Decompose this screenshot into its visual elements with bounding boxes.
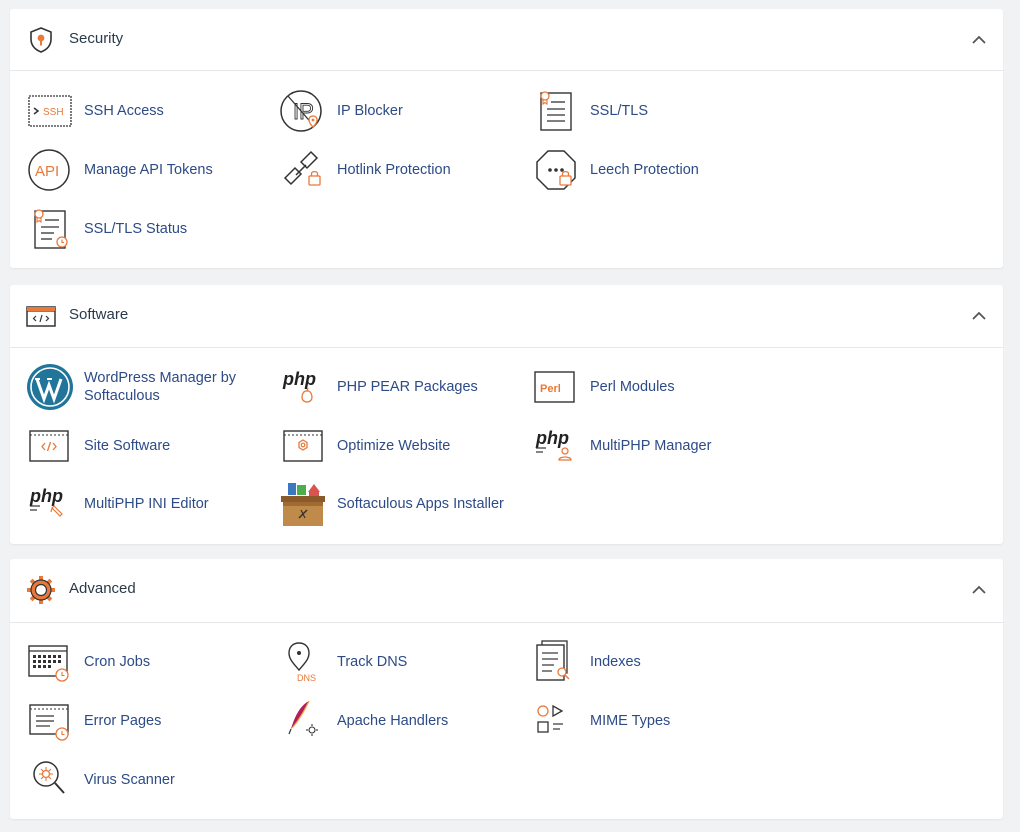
item-label: Softaculous Apps Installer (337, 496, 504, 512)
multiphp-ini-icon: php (26, 480, 74, 528)
advanced-panel-header[interactable]: Advanced (10, 559, 1003, 623)
track-dns-icon: DNS (279, 638, 327, 686)
cron-calendar-icon (26, 638, 74, 686)
mime-types-link[interactable]: MIME Types (532, 697, 772, 745)
multiphp-manager-icon: php (532, 422, 580, 470)
item-label: MultiPHP INI Editor (84, 496, 209, 512)
leech-protection-link[interactable]: Leech Protection (532, 146, 772, 194)
svg-text:php: php (535, 428, 569, 448)
item-label: IP Blocker (337, 103, 403, 119)
indexes-icon (532, 638, 580, 686)
collapse-chevron-icon[interactable] (969, 31, 989, 49)
wordpress-manager-link[interactable]: WordPress Manager by Softaculous (26, 363, 266, 411)
mime-types-icon (532, 697, 580, 745)
track-dns-link[interactable]: DNS Track DNS (279, 638, 519, 686)
ssl-tls-status-link[interactable]: SSL/TLS Status (26, 205, 266, 253)
multiphp-ini-editor-link[interactable]: php MultiPHP INI Editor (26, 480, 266, 528)
ip-blocker-link[interactable]: IP IP Blocker (279, 87, 519, 135)
indexes-link[interactable]: Indexes (532, 638, 772, 686)
svg-text:php: php (29, 486, 63, 506)
software-panel: Software WordPress Manager by Softaculou… (10, 285, 1003, 544)
item-label: Apache Handlers (337, 713, 449, 729)
ssl-status-icon (26, 205, 74, 253)
item-label: Virus Scanner (84, 772, 175, 788)
apache-feather-icon (279, 697, 327, 745)
item-label: Manage API Tokens (84, 162, 213, 178)
apache-handlers-link[interactable]: Apache Handlers (279, 697, 519, 745)
item-label: SSL/TLS Status (84, 221, 188, 237)
ssh-icon: SSH (26, 87, 74, 135)
section-title: Advanced (69, 580, 136, 597)
php-pear-packages-link[interactable]: php PHP PEAR Packages (279, 363, 519, 411)
manage-api-tokens-link[interactable]: API Manage API Tokens (26, 146, 266, 194)
softaculous-box-icon (279, 480, 327, 528)
site-software-link[interactable]: Site Software (26, 422, 266, 470)
wordpress-icon (26, 363, 74, 411)
security-panel: Security SSH SSH Access IP IP Blocker SS… (10, 9, 1003, 268)
advanced-gear-icon (26, 575, 56, 605)
ssh-access-link[interactable]: SSH SSH Access (26, 87, 266, 135)
security-shield-icon (26, 25, 56, 55)
ip-blocker-icon: IP (279, 87, 327, 135)
section-title: Security (69, 30, 124, 47)
error-pages-link[interactable]: Error Pages (26, 697, 266, 745)
api-icon: API (26, 146, 74, 194)
multiphp-manager-link[interactable]: php MultiPHP Manager (532, 422, 772, 470)
hotlink-protection-link[interactable]: Hotlink Protection (279, 146, 519, 194)
optimize-website-link[interactable]: Optimize Website (279, 422, 519, 470)
virus-scanner-link[interactable]: Virus Scanner (26, 756, 266, 804)
leech-protection-icon (532, 146, 580, 194)
collapse-chevron-icon[interactable] (969, 581, 989, 599)
svg-text:SSH: SSH (43, 107, 64, 118)
item-label: MultiPHP Manager (590, 438, 712, 454)
ssl-certificate-icon (532, 87, 580, 135)
svg-text:php: php (282, 369, 316, 389)
software-code-icon (26, 301, 56, 331)
softaculous-apps-installer-link[interactable]: Softaculous Apps Installer (279, 480, 519, 528)
collapse-chevron-icon[interactable] (969, 307, 989, 325)
item-label: Leech Protection (590, 162, 699, 178)
item-label: MIME Types (590, 713, 671, 729)
item-label: Track DNS (337, 654, 408, 670)
php-pear-icon: php (279, 363, 327, 411)
item-label: PHP PEAR Packages (337, 379, 478, 395)
item-label: SSL/TLS (590, 103, 649, 119)
cron-jobs-link[interactable]: Cron Jobs (26, 638, 266, 686)
svg-text:DNS: DNS (297, 673, 316, 683)
item-label: WordPress Manager by Softaculous (84, 370, 237, 404)
item-label: Optimize Website (337, 438, 451, 454)
advanced-panel: Advanced Cron Jobs DNS Track DNS Indexes… (10, 559, 1003, 819)
item-label: Hotlink Protection (337, 162, 451, 178)
item-label: Perl Modules (590, 379, 675, 395)
virus-scanner-icon (26, 756, 74, 804)
section-title: Software (69, 306, 129, 323)
hotlink-chain-icon (279, 146, 327, 194)
item-label: Error Pages (84, 713, 162, 729)
optimize-website-icon (279, 422, 327, 470)
security-panel-header[interactable]: Security (10, 9, 1003, 71)
perl-modules-link[interactable]: Perl Perl Modules (532, 363, 772, 411)
perl-icon: Perl (532, 363, 580, 411)
item-label: Indexes (590, 654, 641, 670)
item-label: SSH Access (84, 103, 164, 119)
item-label: Site Software (84, 438, 171, 454)
item-label: Cron Jobs (84, 654, 151, 670)
site-software-icon (26, 422, 74, 470)
svg-text:Perl: Perl (540, 383, 561, 395)
ssl-tls-link[interactable]: SSL/TLS (532, 87, 772, 135)
software-panel-header[interactable]: Software (10, 285, 1003, 348)
svg-text:API: API (35, 163, 59, 180)
error-pages-icon (26, 697, 74, 745)
